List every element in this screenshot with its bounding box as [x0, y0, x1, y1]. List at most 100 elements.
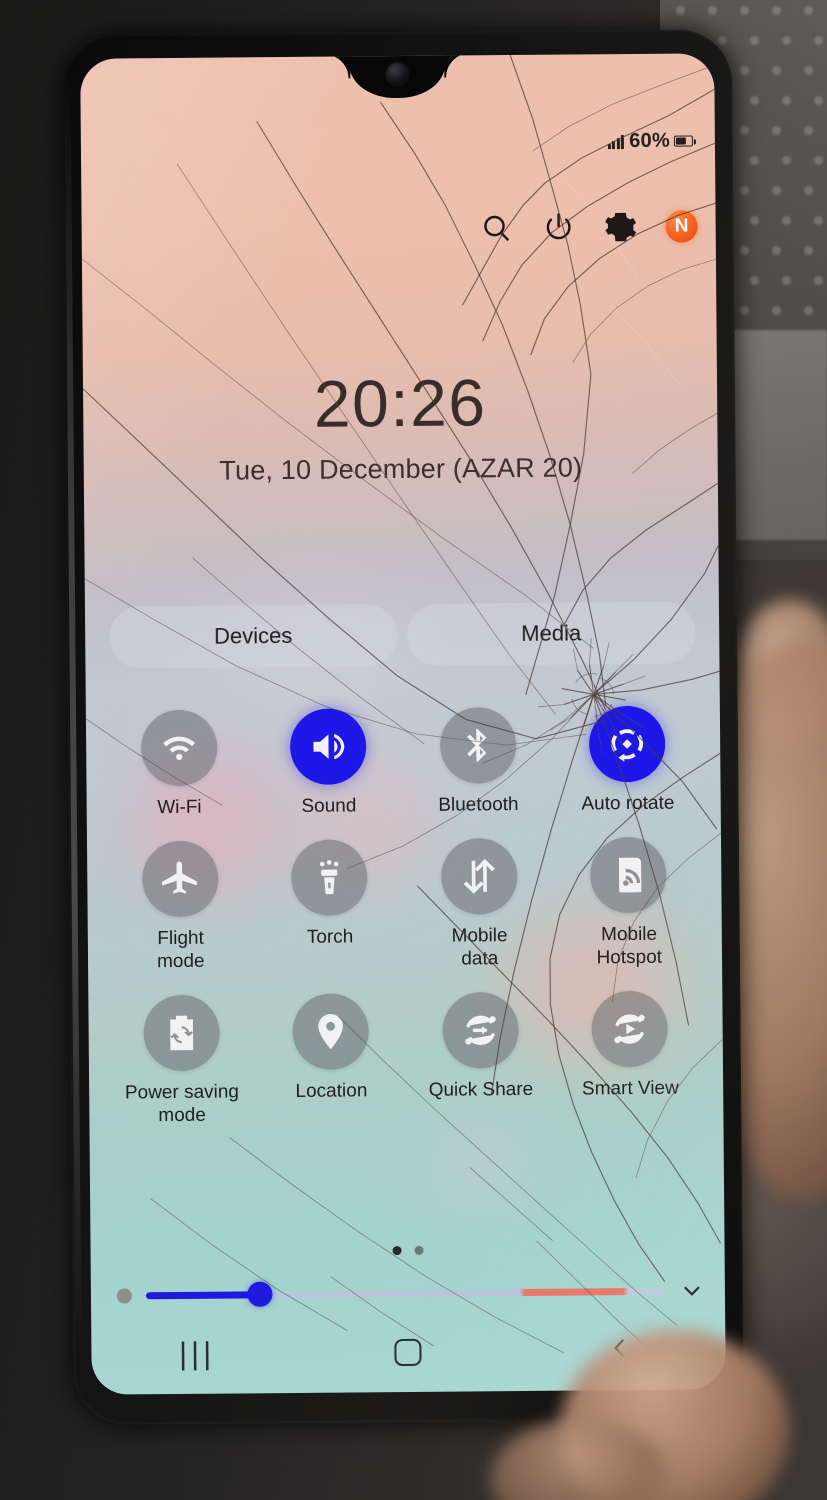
background-dot	[814, 36, 823, 45]
toggle-label: Smart View	[581, 1077, 679, 1100]
toggle-auto-rotate[interactable]: Auto rotate	[552, 705, 702, 816]
background-dot	[782, 276, 791, 285]
quick-toggle-grid: Wi-Fi Sound Bluetooth Auto rotate Flight…	[104, 705, 706, 1127]
page-dot	[414, 1245, 424, 1255]
brightness-row	[116, 1277, 705, 1308]
clock-time: 20:26	[313, 365, 487, 441]
recents-icon[interactable]: |||	[91, 1335, 303, 1373]
background-dot	[782, 96, 791, 105]
devices-pill[interactable]: Devices	[108, 604, 398, 669]
background-dot	[750, 36, 759, 45]
brightness-dot-icon	[116, 1287, 133, 1304]
toggle-mobile-hotspot[interactable]: Mobile Hotspot	[553, 837, 704, 970]
mobile-data-icon[interactable]	[440, 838, 518, 916]
background-dot	[814, 216, 823, 225]
background-dot	[772, 306, 781, 315]
background-dot	[772, 246, 781, 255]
background-dot	[782, 156, 791, 165]
wifi-icon[interactable]	[140, 709, 218, 787]
background-dot	[804, 306, 813, 315]
avatar[interactable]: N	[665, 210, 698, 243]
background-dot	[750, 156, 759, 165]
background-dot	[772, 186, 781, 195]
brightness-fill	[145, 1290, 261, 1299]
background-dot	[740, 306, 749, 315]
background-dot	[814, 156, 823, 165]
sound-icon[interactable]	[290, 708, 367, 785]
background-dot	[750, 216, 759, 225]
toggle-smart-view[interactable]: Smart View	[555, 990, 706, 1124]
background-dot	[804, 246, 813, 255]
background-dot	[740, 66, 749, 75]
toggle-bluetooth[interactable]: Bluetooth	[403, 707, 553, 818]
toggle-label: Power saving mode	[124, 1081, 240, 1126]
background-dot	[718, 36, 727, 45]
background-dot	[772, 66, 781, 75]
chevron-down-icon[interactable]	[679, 1277, 705, 1303]
toggle-label: Location	[295, 1080, 368, 1103]
power-saving-icon[interactable]	[143, 994, 220, 1072]
toggle-power-saving-mode[interactable]: Power saving mode	[106, 994, 257, 1128]
toggle-flight-mode[interactable]: Flight mode	[105, 841, 256, 974]
display-notch	[349, 53, 446, 99]
signal-bars-icon	[607, 134, 625, 150]
torch-icon[interactable]	[291, 839, 368, 917]
battery-percent-label: 60%	[629, 129, 670, 153]
status-bar: 60%	[607, 129, 693, 153]
bluetooth-icon[interactable]	[439, 707, 517, 784]
background-dot	[750, 276, 759, 285]
auto-rotate-icon[interactable]	[589, 705, 666, 783]
toggle-sound[interactable]: Sound	[253, 708, 403, 819]
toggle-torch[interactable]: Torch	[254, 839, 405, 972]
background-dot	[782, 36, 791, 45]
smart-view-icon[interactable]	[591, 990, 669, 1068]
toggle-label: Mobile data	[451, 925, 508, 970]
background-dot	[814, 96, 823, 105]
toggle-label: Mobile Hotspot	[596, 924, 663, 969]
page-indicator	[91, 1243, 725, 1258]
background-dot	[676, 6, 685, 15]
background-dot	[750, 96, 759, 105]
background-dot	[804, 126, 813, 135]
quick-settings-header: N	[480, 209, 698, 245]
search-icon[interactable]	[480, 211, 514, 245]
toggle-label: Bluetooth	[438, 793, 519, 816]
power-icon[interactable]	[542, 210, 576, 244]
phone-body: 60% N 20:26 Tue, 10 December (AZAR 20) D…	[61, 29, 745, 1425]
toggle-label: Torch	[306, 926, 354, 949]
wallpaper-bloom	[419, 1114, 541, 1206]
media-pill[interactable]: Media	[406, 601, 696, 666]
airplane-icon[interactable]	[141, 841, 219, 918]
location-pin-icon[interactable]	[292, 993, 370, 1071]
devices-media-row: Devices Media	[108, 601, 696, 669]
brightness-thumb[interactable]	[247, 1281, 273, 1307]
background-dot	[772, 6, 781, 15]
toggle-location[interactable]: Location	[256, 993, 407, 1126]
background-dot	[740, 6, 749, 15]
background-dot	[772, 126, 781, 135]
page-dot-active	[392, 1246, 402, 1256]
toggle-label: Auto rotate	[581, 792, 675, 815]
background-dot	[782, 216, 791, 225]
background-dot	[740, 126, 749, 135]
quick-share-icon[interactable]	[442, 992, 519, 1069]
phone-screen: 60% N 20:26 Tue, 10 December (AZAR 20) D…	[80, 53, 726, 1395]
toggle-wifi[interactable]: Wi-Fi	[104, 709, 254, 820]
battery-icon	[673, 135, 693, 147]
brightness-slider[interactable]	[145, 1281, 665, 1307]
background-dot	[804, 66, 813, 75]
home-icon[interactable]	[303, 1338, 515, 1367]
toggle-mobile-data[interactable]: Mobile data	[404, 838, 555, 971]
toggle-label: Wi-Fi	[157, 796, 202, 819]
background-dot	[804, 186, 813, 195]
background-dot	[804, 6, 813, 15]
toggle-label: Sound	[301, 795, 357, 817]
background-dot	[740, 186, 749, 195]
background-dot	[814, 276, 823, 285]
clock-date: Tue, 10 December (AZAR 20)	[219, 452, 583, 486]
toggle-quick-share[interactable]: Quick Share	[405, 992, 556, 1125]
toggle-label: Quick Share	[428, 1079, 534, 1102]
hotspot-icon[interactable]	[590, 837, 667, 914]
settings-gear-icon[interactable]	[603, 210, 637, 244]
front-camera-icon	[386, 62, 409, 86]
